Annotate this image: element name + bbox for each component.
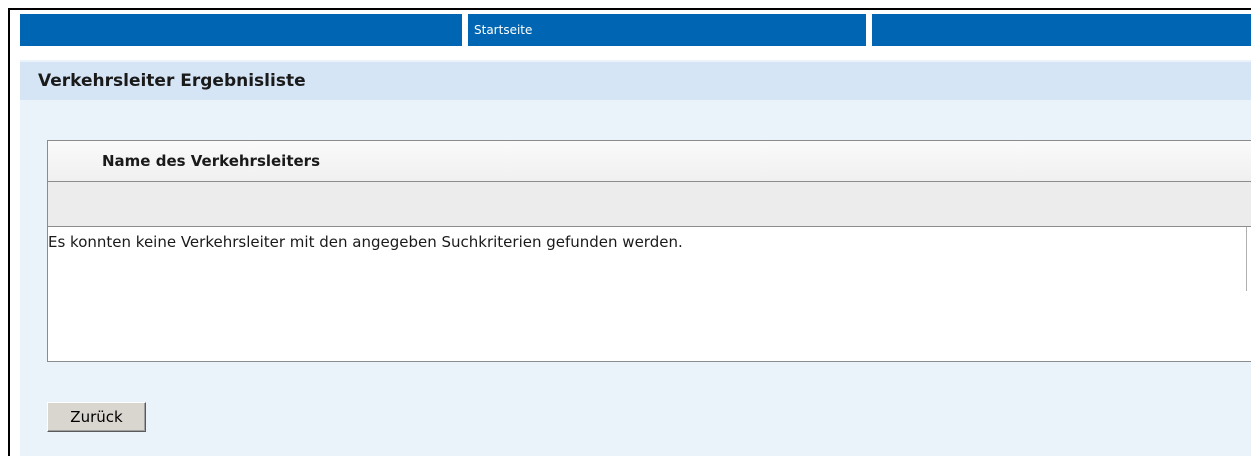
back-button[interactable]: Zurück bbox=[47, 402, 146, 432]
nav-segment-left bbox=[20, 14, 462, 46]
nav-link-startseite[interactable]: Startseite bbox=[468, 14, 866, 46]
page-title: Verkehrsleiter Ergebnisliste bbox=[20, 62, 1251, 100]
page-frame: Startseite Verkehrsleiter Ergebnisliste … bbox=[8, 8, 1251, 456]
column-header-name[interactable]: Name des Verkehrsleiters bbox=[48, 141, 1251, 182]
table-message-row: Es konnten keine Verkehrsleiter mit den … bbox=[48, 227, 1251, 291]
result-table: Name des Verkehrsleiters Es konnten kein… bbox=[47, 140, 1251, 362]
table-scroll-edge bbox=[1246, 227, 1247, 291]
top-navigation-bar: Startseite bbox=[20, 14, 1251, 46]
empty-result-message: Es konnten keine Verkehrsleiter mit den … bbox=[48, 233, 683, 251]
content-area: Verkehrsleiter Ergebnisliste Name des Ve… bbox=[20, 60, 1251, 456]
table-filter-row bbox=[48, 182, 1251, 227]
nav-segment-right bbox=[872, 14, 1251, 46]
